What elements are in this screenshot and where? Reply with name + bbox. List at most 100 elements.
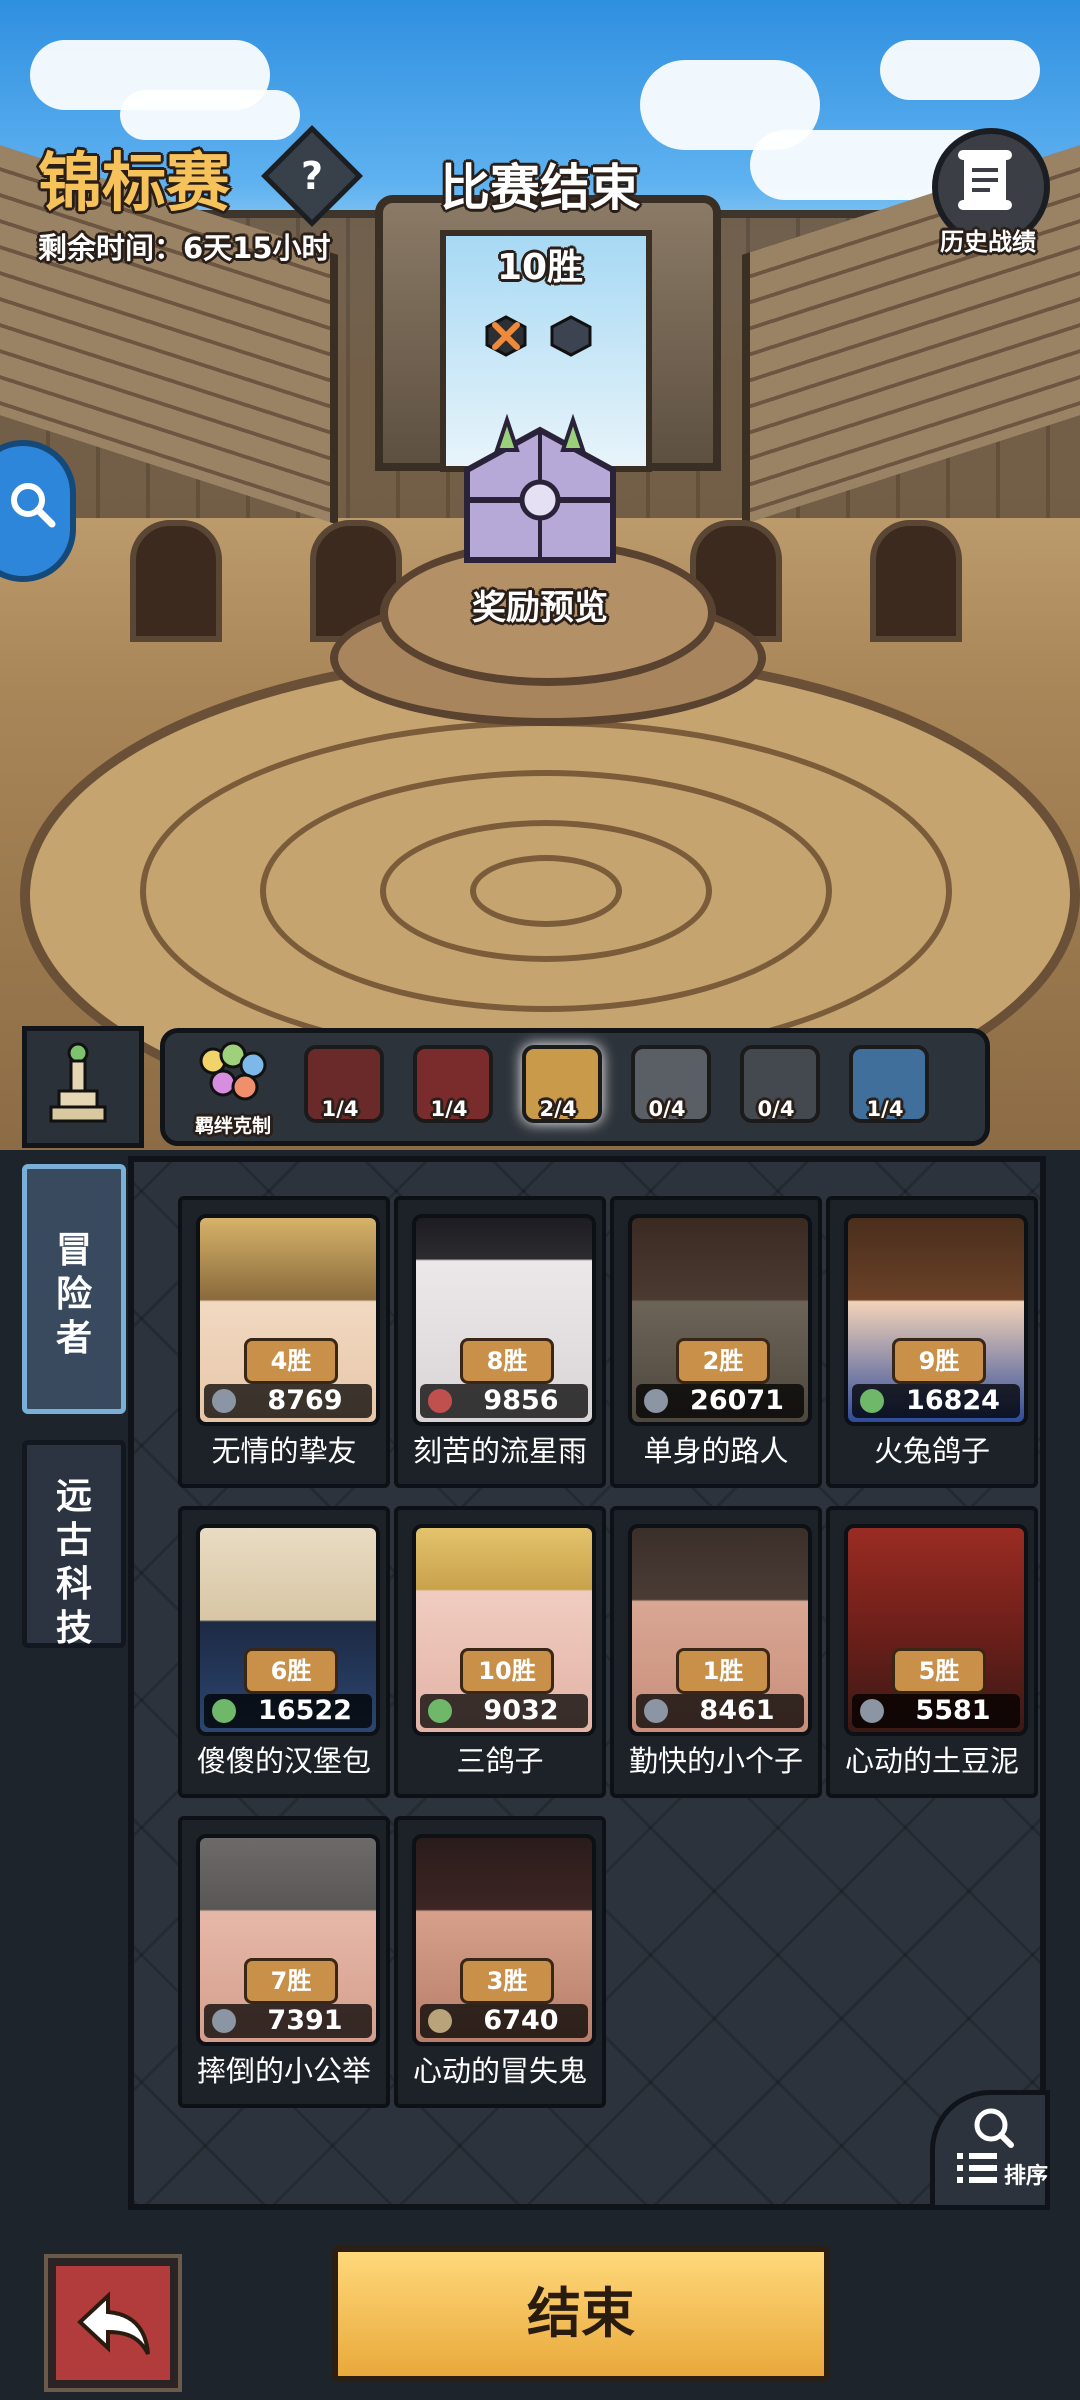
end-button[interactable]: 结束	[332, 2246, 830, 2382]
adventurer-portrait: 1胜 8461	[628, 1524, 812, 1736]
adventurer-portrait: 6胜 16522	[196, 1524, 380, 1736]
wins-badge: 1胜	[676, 1648, 770, 1694]
bond-item-1[interactable]: 1/4	[300, 1045, 384, 1127]
power-value: 9032	[483, 1695, 559, 1726]
class-icon	[860, 1389, 884, 1413]
adventurer-card[interactable]: 1胜 8461 勤快的小个子	[610, 1506, 822, 1798]
loss-mark-icon	[485, 315, 527, 357]
adventurer-card[interactable]: 6胜 16522 傻傻的汉堡包	[178, 1506, 390, 1798]
tab-adventurers[interactable]: 冒险者	[22, 1164, 126, 1414]
side-search-button[interactable]	[0, 440, 76, 582]
adventurer-panel: 4胜 8769 无情的挚友 8胜 9856 刻苦的流星雨 2胜 26071 单身…	[128, 1156, 1046, 2210]
adventurer-card[interactable]: 10胜 9032 三鸽子	[394, 1506, 606, 1798]
adventurer-card[interactable]: 8胜 9856 刻苦的流星雨	[394, 1196, 606, 1488]
reward-chest-icon[interactable]	[447, 410, 633, 580]
adventurer-name: 心动的土豆泥	[844, 1744, 1019, 1778]
adventurer-card[interactable]: 3胜 6740 心动的冒失鬼	[394, 1816, 606, 2108]
tab-label: 远古科技	[55, 1476, 92, 1649]
sort-button[interactable]	[930, 2090, 1050, 2210]
wins-badge: 3胜	[460, 1958, 554, 2004]
adventurer-portrait: 3胜 6740	[412, 1834, 596, 2046]
bond-count: 1/4	[430, 1097, 468, 1121]
adventurer-portrait: 5胜 5581	[844, 1524, 1028, 1736]
adventurer-name: 单身的路人	[643, 1434, 789, 1468]
power-bar: 8461	[636, 1694, 804, 1728]
bond-item-3[interactable]: 2/4	[518, 1045, 602, 1127]
adventurer-name: 摔倒的小公举	[196, 2054, 371, 2088]
history-label[interactable]: 历史战绩	[918, 222, 1058, 257]
class-icon	[428, 2009, 452, 2033]
bond-count: 2/4	[539, 1097, 577, 1121]
adventurer-name: 三鸽子	[456, 1744, 544, 1778]
wins-badge: 8胜	[460, 1338, 554, 1384]
power-bar: 16522	[204, 1694, 372, 1728]
adventurer-portrait: 7胜 7391	[196, 1834, 380, 2046]
adventurer-portrait: 2胜 26071	[628, 1214, 812, 1426]
empty-life-slot-icon	[550, 315, 592, 357]
bond-item-6[interactable]: 1/4	[845, 1045, 929, 1127]
bond-count: 1/4	[866, 1097, 904, 1121]
adventurer-card[interactable]: 4胜 8769 无情的挚友	[178, 1196, 390, 1488]
wins-badge: 10胜	[460, 1648, 554, 1694]
wins-badge: 7胜	[244, 1958, 338, 2004]
adventurer-portrait: 8胜 9856	[412, 1214, 596, 1426]
class-icon	[212, 2009, 236, 2033]
power-bar: 6740	[420, 2004, 588, 2038]
reward-preview-label[interactable]: 奖励预览	[0, 580, 1080, 629]
bond-flower-icon	[199, 1041, 267, 1101]
class-icon	[212, 1389, 236, 1413]
power-value: 7391	[267, 2005, 343, 2036]
adventurer-card[interactable]: 2胜 26071 单身的路人	[610, 1196, 822, 1488]
adventurer-card[interactable]: 5胜 5581 心动的土豆泥	[826, 1506, 1038, 1798]
back-button[interactable]	[48, 2258, 178, 2388]
bond-counter-button[interactable]: 羁绊克制	[183, 1039, 283, 1137]
power-value: 6740	[483, 2005, 559, 2036]
bond-item-5[interactable]: 0/4	[736, 1045, 820, 1127]
power-bar: 9856	[420, 1384, 588, 1418]
power-bar: 5581	[852, 1694, 1020, 1728]
tab-label: 冒险者	[55, 1230, 92, 1359]
bond-item-2[interactable]: 1/4	[409, 1045, 493, 1127]
bond-bar: 羁绊克制 1/4 1/4 2/4 0/4 0/4 1/4	[160, 1028, 990, 1146]
magnifier-icon	[11, 483, 56, 528]
tower-button[interactable]	[22, 1026, 144, 1148]
adventurer-portrait: 9胜 16824	[844, 1214, 1028, 1426]
class-icon	[644, 1699, 668, 1723]
wins-badge: 4胜	[244, 1338, 338, 1384]
wins-badge: 6胜	[244, 1648, 338, 1694]
adventurer-name: 火兔鸽子	[873, 1434, 990, 1468]
adventurer-card[interactable]: 9胜 16824 火兔鸽子	[826, 1196, 1038, 1488]
bond-count: 0/4	[757, 1097, 795, 1121]
adventurer-name: 勤快的小个子	[628, 1744, 803, 1778]
wins-badge: 5胜	[892, 1648, 986, 1694]
class-icon	[644, 1389, 668, 1413]
sort-label[interactable]: 排序	[1004, 2158, 1048, 2190]
class-icon	[860, 1699, 884, 1723]
bond-counter-label: 羁绊克制	[194, 1115, 271, 1137]
power-value: 26071	[690, 1385, 784, 1416]
power-value: 16522	[258, 1695, 352, 1726]
adventurer-name: 刻苦的流星雨	[412, 1434, 587, 1468]
wins-badge: 2胜	[676, 1338, 770, 1384]
bond-item-4[interactable]: 0/4	[627, 1045, 711, 1127]
power-bar: 9032	[420, 1694, 588, 1728]
power-bar: 8769	[204, 1384, 372, 1418]
power-bar: 7391	[204, 2004, 372, 2038]
power-value: 16824	[906, 1385, 1000, 1416]
bond-count: 0/4	[648, 1097, 686, 1121]
class-icon	[428, 1389, 452, 1413]
adventurer-card[interactable]: 7胜 7391 摔倒的小公举	[178, 1816, 390, 2108]
adventurer-portrait: 4胜 8769	[196, 1214, 380, 1426]
class-icon	[428, 1699, 452, 1723]
adventurer-portrait: 10胜 9032	[412, 1524, 596, 1736]
tab-ancient-tech[interactable]: 远古科技	[22, 1440, 126, 1649]
back-arrow-icon	[77, 2291, 150, 2355]
adventurer-name: 心动的冒失鬼	[412, 2054, 587, 2088]
power-value: 8461	[699, 1695, 775, 1726]
power-value: 8769	[267, 1385, 343, 1416]
adventurer-name: 傻傻的汉堡包	[196, 1744, 371, 1778]
class-icon	[212, 1699, 236, 1723]
power-value: 9856	[483, 1385, 559, 1416]
bond-count: 1/4	[321, 1097, 359, 1121]
power-bar: 26071	[636, 1384, 804, 1418]
